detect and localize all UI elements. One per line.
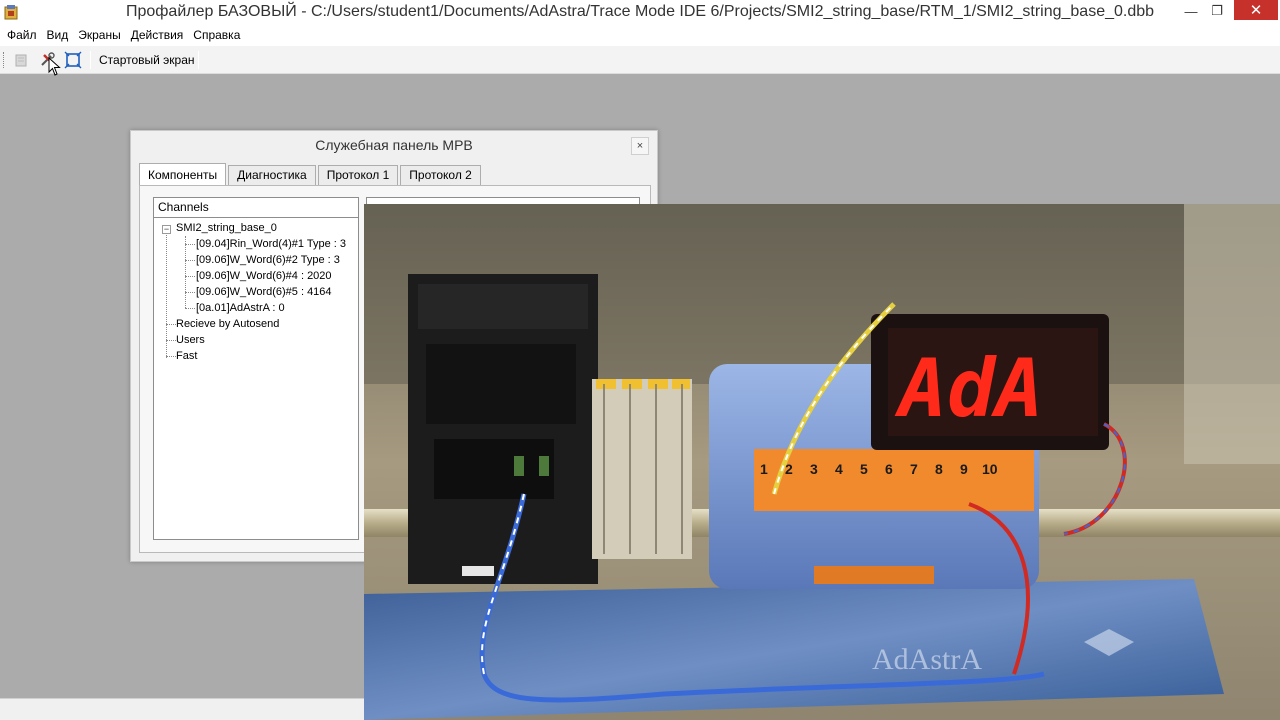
status-bar — [0, 698, 364, 720]
menu-help[interactable]: Справка — [188, 24, 245, 46]
dialog-close-button[interactable]: × — [631, 137, 649, 155]
terminal-number: 1 — [760, 461, 768, 477]
tree-connector — [185, 244, 195, 245]
tree-collapse-icon[interactable]: − — [162, 225, 171, 234]
terminal-number: 6 — [885, 461, 893, 477]
fullscreen-icon — [64, 51, 82, 69]
toolbar-button-disabled[interactable] — [11, 50, 31, 70]
tab-components[interactable]: Компоненты — [139, 163, 227, 186]
mat-logo: AdAstrA — [872, 643, 982, 676]
toolbar-separator — [90, 51, 91, 69]
tree-connector — [185, 292, 195, 293]
tree-item-root[interactable]: SMI2_string_base_0 — [176, 220, 277, 236]
title-bar: Профайлер БАЗОВЫЙ - C:/Users/student1/Do… — [0, 0, 1280, 24]
tree-item-channel[interactable]: [0a.01]AdAstrA : 0 — [196, 300, 285, 316]
close-button[interactable]: ✕ — [1234, 0, 1278, 20]
tree-connector — [185, 276, 195, 277]
start-screen-button[interactable]: Стартовый экран — [96, 51, 198, 69]
led-text: AdA — [894, 342, 1044, 435]
terminal-number: 5 — [860, 461, 868, 477]
terminal-number: 10 — [982, 461, 998, 477]
dialog-tabs: Компоненты Диагностика Протокол 1 Проток… — [139, 163, 483, 186]
tree-item-channel[interactable]: [09.06]W_Word(6)#2 Type : 3 — [196, 252, 340, 268]
tab-protocol-2[interactable]: Протокол 2 — [400, 165, 481, 185]
tree-connector — [185, 260, 195, 261]
hardware-photo: AdAstrA 1 2 3 4 5 6 7 8 9 10 AdA — [364, 204, 1280, 720]
tab-diagnostics[interactable]: Диагностика — [228, 165, 316, 185]
tree-connector — [166, 324, 176, 325]
terminal-number: 9 — [960, 461, 968, 477]
menu-file[interactable]: Файл — [2, 24, 42, 46]
tree-connector — [166, 340, 176, 341]
terminal-number: 4 — [835, 461, 843, 477]
toolbar: Стартовый экран — [0, 46, 1280, 76]
terminal-strip — [754, 449, 1034, 511]
menu-actions[interactable]: Действия — [126, 24, 189, 46]
dialog-title: Служебная панель МРВ — [315, 137, 473, 153]
tree-connector — [166, 356, 176, 357]
document-icon — [15, 54, 27, 67]
tree-item-group[interactable]: Fast — [176, 348, 197, 364]
tree-header[interactable]: Channels — [154, 198, 358, 218]
tree-item-channel[interactable]: [09.04]Rin_Word(4)#1 Type : 3 — [196, 236, 346, 252]
tree-connector — [185, 308, 195, 309]
terminal-blocks — [592, 379, 692, 559]
tree-item-channel[interactable]: [09.06]W_Word(6)#5 : 4164 — [196, 284, 332, 300]
menu-bar: Файл Вид Экраны Действия Справка — [0, 24, 1280, 46]
menu-view[interactable]: Вид — [42, 24, 74, 46]
tab-protocol-1[interactable]: Протокол 1 — [317, 165, 399, 185]
toolbar-button-fullscreen[interactable] — [63, 50, 83, 70]
tree-item-group[interactable]: Users — [176, 332, 205, 348]
video-overlay: AdAstrA 1 2 3 4 5 6 7 8 9 10 AdA — [364, 204, 1280, 720]
mouse-cursor-icon — [48, 57, 61, 76]
toolbar-separator — [198, 51, 199, 69]
terminal-number: 3 — [810, 461, 818, 477]
tree-item-channel[interactable]: [09.06]W_Word(6)#4 : 2020 — [196, 268, 332, 284]
tree-connector — [166, 228, 167, 358]
tree-connector — [185, 236, 186, 308]
toolbar-grip[interactable] — [3, 52, 5, 68]
channels-tree[interactable]: Channels − SMI2_string_base_0 [09.04]Rin… — [153, 197, 359, 540]
tree-item-group[interactable]: Recieve by Autosend — [176, 316, 279, 332]
menu-screens[interactable]: Экраны — [73, 24, 125, 46]
terminal-number: 8 — [935, 461, 943, 477]
window-title: Профайлер БАЗОВЫЙ - C:/Users/student1/Do… — [125, 3, 1155, 20]
maximize-button[interactable]: ❐ — [1204, 0, 1230, 22]
minimize-button[interactable]: — — [1178, 0, 1204, 22]
terminal-number: 7 — [910, 461, 918, 477]
